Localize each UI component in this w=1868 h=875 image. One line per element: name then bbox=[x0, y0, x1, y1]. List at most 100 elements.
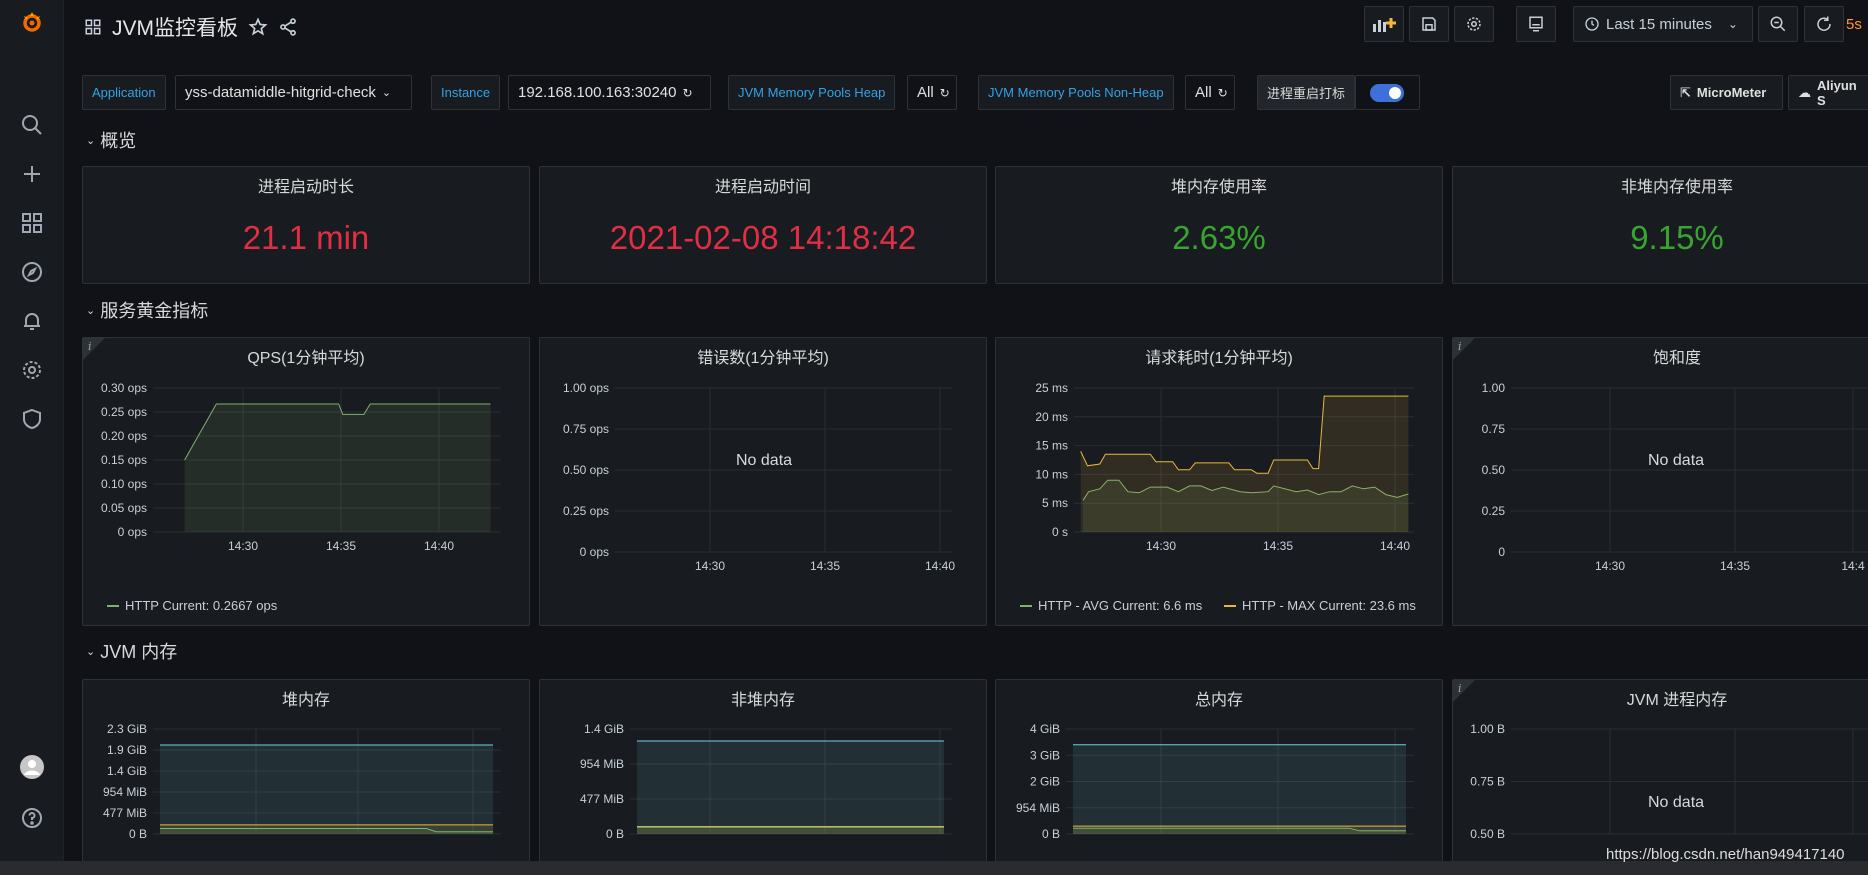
alerting-bell-icon[interactable] bbox=[18, 307, 46, 335]
cycle-view-mode-button[interactable] bbox=[1516, 6, 1556, 42]
stat-panel-heap-usage[interactable]: 堆内存使用率 2.63% bbox=[995, 166, 1443, 284]
explore-compass-icon[interactable] bbox=[18, 258, 46, 286]
x-tick-label: 14:35 bbox=[1263, 539, 1293, 553]
legend-item[interactable]: HTTP - MAX Current: 23.6 ms bbox=[1224, 598, 1416, 613]
x-tick-label: 14:30 bbox=[695, 559, 725, 573]
stat-panel-start-time[interactable]: 进程启动时间 2021-02-08 14:18:42 bbox=[539, 166, 987, 284]
graph-panel-saturation[interactable]: i 饱和度 1.00 0.75 0.50 0.25 0 14:30 14:35 14:4 No… bbox=[1452, 337, 1868, 626]
row-title: 服务黄金指标 bbox=[100, 301, 209, 321]
y-tick-label: 0.25 bbox=[1482, 504, 1506, 518]
series-area-max bbox=[637, 741, 944, 834]
y-tick-label: 1.9 GiB bbox=[107, 743, 147, 757]
restart-mark-toggle-box[interactable] bbox=[1355, 75, 1420, 110]
y-tick-label: 0.25 ops bbox=[563, 504, 609, 518]
search-icon[interactable] bbox=[18, 111, 46, 139]
graph-panel-latency[interactable]: 请求耗时(1分钟平均) 25 ms 20 ms 15 ms 10 ms 5 ms 0 s1… bbox=[995, 337, 1443, 626]
y-tick-label: 0.75 B bbox=[1470, 775, 1505, 789]
y-tick-label: 1.4 GiB bbox=[584, 722, 624, 736]
y-tick-label: 0.25 ops bbox=[101, 405, 147, 419]
side-menu bbox=[0, 0, 64, 861]
help-icon[interactable] bbox=[18, 804, 46, 832]
dashboard-title[interactable]: JVM监控看板 bbox=[84, 12, 298, 42]
zoom-out-button[interactable] bbox=[1758, 6, 1798, 42]
row-overview[interactable]: ⌄ 概览 bbox=[86, 127, 136, 153]
stat-panel-nonheap-usage[interactable]: 非堆内存使用率 9.15% bbox=[1452, 166, 1868, 284]
nonheap-pools-select[interactable]: All ↻ bbox=[1185, 75, 1235, 110]
y-tick-label: 0.50 bbox=[1482, 463, 1506, 477]
watermark-text: https://blog.csdn.net/han949417140 bbox=[1606, 846, 1845, 863]
y-tick-label: 25 ms bbox=[1035, 381, 1068, 395]
y-tick-label: 0.05 ops bbox=[101, 501, 147, 515]
y-tick-label: 2 GiB bbox=[1030, 775, 1060, 789]
instance-select[interactable]: 192.168.100.163:30240 ↻ bbox=[508, 75, 711, 110]
graph-panel-nonheap[interactable]: 非堆内存 1.4 GiB 954 MiB 477 MiB 0 B bbox=[539, 679, 987, 869]
plus-icon[interactable] bbox=[18, 160, 46, 188]
x-tick-label: 14:30 bbox=[228, 539, 258, 553]
legend-item[interactable]: HTTP - AVG Current: 6.6 ms bbox=[1020, 598, 1202, 613]
y-tick-label: 0.50 ops bbox=[563, 463, 609, 477]
application-value: yss-datamiddle-hitgrid-check bbox=[185, 84, 376, 101]
y-tick-label: 0.75 bbox=[1482, 422, 1506, 436]
star-icon[interactable] bbox=[248, 17, 268, 37]
y-tick-label: 0 B bbox=[606, 827, 624, 841]
graph-panel-total-memory[interactable]: 总内存 4 GiB 3 GiB 2 GiB 954 MiB 0 B bbox=[995, 679, 1443, 869]
y-tick-label: 1.00 B bbox=[1470, 722, 1505, 736]
row-jvm-memory[interactable]: ⌄ JVM 内存 bbox=[86, 638, 177, 664]
variables-bar: Application yss-datamiddle-hitgrid-check… bbox=[82, 75, 1868, 111]
series-area-used bbox=[637, 827, 944, 834]
os-taskbar bbox=[0, 861, 1868, 875]
saturation-chart: 1.00 0.75 0.50 0.25 0 14:30 14:35 14:4 bbox=[1482, 381, 1868, 573]
y-tick-label: 0.20 ops bbox=[101, 429, 147, 443]
refresh-interval[interactable]: 5s bbox=[1846, 6, 1868, 42]
y-tick-label: 15 ms bbox=[1035, 439, 1068, 453]
heap-pools-select[interactable]: All ↻ bbox=[907, 75, 957, 110]
y-tick-label: 954 MiB bbox=[580, 757, 624, 771]
legend-text: HTTP - MAX Current: 23.6 ms bbox=[1242, 598, 1416, 613]
y-tick-label: 0.50 B bbox=[1470, 827, 1505, 841]
y-tick-label: 3 GiB bbox=[1030, 748, 1060, 762]
add-panel-button[interactable] bbox=[1364, 6, 1404, 42]
no-data-text: No data bbox=[736, 452, 793, 469]
time-range-label: Last 15 minutes bbox=[1606, 15, 1712, 33]
legend-item[interactable]: HTTP Current: 0.2667 ops bbox=[107, 598, 277, 613]
refresh-button[interactable] bbox=[1804, 6, 1844, 42]
x-tick-label: 14:30 bbox=[1146, 539, 1176, 553]
graph-panel-qps[interactable]: i QPS(1分钟平均) 0.30 ops 0.25 ops 0.20 ops 0.1… bbox=[82, 337, 530, 626]
shield-icon[interactable] bbox=[18, 405, 46, 433]
legend-swatch bbox=[107, 604, 119, 607]
y-tick-label: 0.10 ops bbox=[101, 477, 147, 491]
graph-panel-errors[interactable]: 错误数(1分钟平均) 1.00 ops 0.75 ops 0.50 ops 0.25 … bbox=[539, 337, 987, 626]
settings-gear-icon[interactable] bbox=[18, 356, 46, 384]
y-tick-label: 477 MiB bbox=[103, 806, 147, 820]
y-tick-label: 5 ms bbox=[1042, 496, 1068, 510]
micrometer-link-label: MicroMeter bbox=[1696, 85, 1767, 100]
time-range-picker[interactable]: Last 15 minutes ⌄ bbox=[1573, 6, 1753, 42]
graph-panel-heap[interactable]: 堆内存 2.3 GiB 1.9 GiB 1.4 GiB 954 MiB 477 MiB 0… bbox=[82, 679, 530, 869]
micrometer-link[interactable]: ⇱ MicroMeter bbox=[1670, 75, 1783, 110]
y-tick-label: 0 ops bbox=[580, 545, 609, 559]
refresh-small-icon: ↻ bbox=[939, 85, 950, 100]
application-select[interactable]: yss-datamiddle-hitgrid-check ⌄ bbox=[175, 75, 412, 110]
save-dashboard-button[interactable] bbox=[1409, 6, 1449, 42]
legend-swatch bbox=[1020, 604, 1032, 607]
graph-panel-jvm-process-memory[interactable]: i JVM 进程内存 1.00 B 0.75 B 0.50 B No data bbox=[1452, 679, 1868, 869]
nonheap-pools-value: All bbox=[1195, 84, 1212, 101]
y-tick-label: 0 B bbox=[129, 827, 147, 841]
y-tick-label: 1.00 ops bbox=[563, 381, 609, 395]
x-tick-label: 14:35 bbox=[326, 539, 356, 553]
restart-mark-toggle[interactable] bbox=[1370, 84, 1404, 102]
refresh-small-icon: ↻ bbox=[1217, 85, 1228, 100]
dashboards-icon[interactable] bbox=[18, 209, 46, 237]
stat-panel-uptime[interactable]: 进程启动时长 21.1 min bbox=[82, 166, 530, 284]
row-golden-signals[interactable]: ⌄ 服务黄金指标 bbox=[86, 297, 208, 323]
y-tick-label: 0 ops bbox=[118, 525, 147, 539]
add-panel-icon bbox=[1373, 18, 1396, 32]
share-icon[interactable] bbox=[278, 17, 298, 37]
dashboard-settings-button[interactable] bbox=[1454, 6, 1494, 42]
user-avatar-icon[interactable] bbox=[18, 753, 46, 781]
y-tick-label: 1.00 bbox=[1482, 381, 1506, 395]
grafana-logo-icon[interactable] bbox=[18, 8, 46, 36]
aliyun-link[interactable]: ☁ Aliyun S bbox=[1788, 75, 1868, 110]
no-data-text: No data bbox=[1648, 452, 1705, 469]
dashboard-title-text: JVM监控看板 bbox=[112, 17, 238, 40]
